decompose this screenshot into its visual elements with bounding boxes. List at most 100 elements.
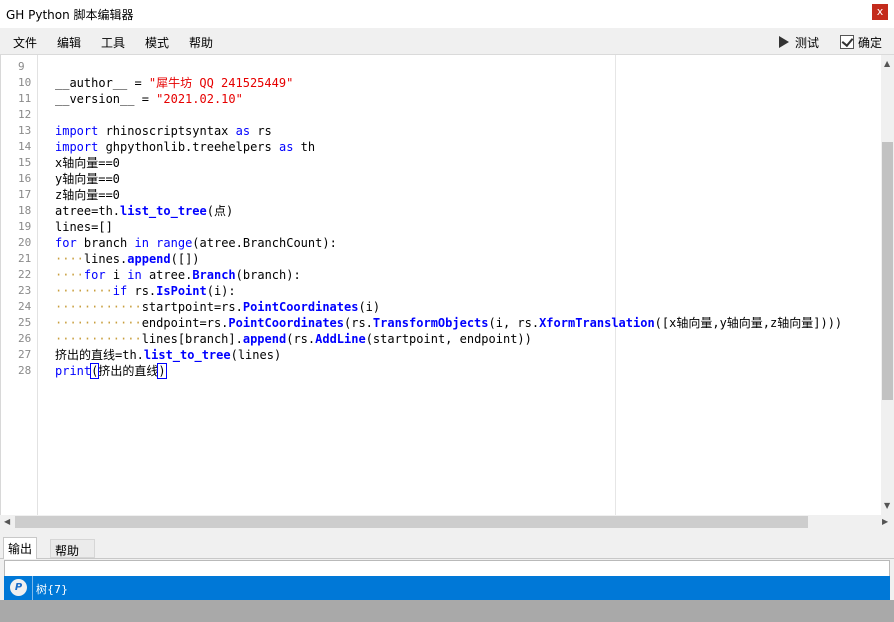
code-text: 挤出的直线=th.list_to_tree(lines)	[55, 347, 281, 363]
code-token: PointCoordinates	[242, 300, 359, 314]
code-line[interactable]: 27 挤出的直线=th.list_to_tree(lines)	[1, 347, 882, 363]
code-text: for branch in range(atree.BranchCount):	[55, 235, 337, 251]
code-line[interactable]: 20 for branch in range(atree.BranchCount)…	[1, 235, 882, 251]
code-token: if	[112, 284, 128, 298]
output-status-strip	[0, 600, 894, 622]
code-line[interactable]: 17 z轴向量==0	[1, 187, 882, 203]
code-token: list_to_tree	[143, 348, 231, 362]
horizontal-scroll-thumb[interactable]	[15, 516, 808, 528]
code-token: "犀牛坊 QQ 241525449"	[148, 76, 294, 90]
horizontal-scrollbar[interactable]: ◀ ▶	[0, 515, 894, 529]
line-number: 16	[18, 172, 32, 185]
code-token: (rs.	[344, 316, 373, 330]
line-number: 23	[18, 284, 32, 297]
code-text: __author__ = "犀牛坊 QQ 241525449"	[55, 75, 293, 91]
line-number: 20	[18, 236, 32, 249]
code-line[interactable]: 16 y轴向量==0	[1, 171, 882, 187]
bottom-tab-strip: 输出 帮助	[0, 537, 894, 559]
menu-help[interactable]: 帮助	[189, 34, 213, 51]
line-number: 27	[18, 348, 32, 361]
menu-mode[interactable]: 模式	[145, 34, 169, 51]
output-row-selected[interactable]: P 树{7}	[4, 576, 890, 600]
code-line[interactable]: 11 __version__ = "2021.02.10"	[1, 91, 882, 107]
code-line[interactable]: 14 import ghpythonlib.treehelpers as th	[1, 139, 882, 155]
code-token: y轴向量==0	[55, 172, 120, 186]
code-token: (branch):	[235, 268, 301, 282]
code-token: lines.	[83, 252, 128, 266]
code-text: z轴向量==0	[55, 187, 120, 203]
code-line[interactable]: 9	[1, 59, 882, 75]
code-text: atree=th.list_to_tree(点)	[55, 203, 233, 219]
code-token: range	[156, 236, 193, 250]
code-token: import	[55, 124, 99, 138]
code-token: XformTranslation	[539, 316, 655, 330]
code-line[interactable]: 22 ····for i in atree.Branch(branch):	[1, 267, 882, 283]
test-label: 测试	[795, 35, 820, 50]
code-text: ····for i in atree.Branch(branch):	[55, 267, 301, 283]
code-line[interactable]: 13 import rhinoscriptsyntax as rs	[1, 123, 882, 139]
code-token: PointCoordinates	[228, 316, 344, 330]
output-panel	[4, 560, 890, 577]
code-text: x轴向量==0	[55, 155, 120, 171]
code-token: ············	[55, 332, 142, 346]
line-number: 13	[18, 124, 32, 137]
code-editor[interactable]: 9 10 __author__ = "犀牛坊 QQ 241525449" 11 __ve…	[0, 55, 881, 515]
code-token: as	[278, 140, 294, 154]
code-token: append	[242, 332, 287, 346]
test-button[interactable]: 测试	[777, 33, 819, 51]
scroll-down-icon[interactable]: ▼	[884, 502, 890, 510]
output-text: 树{7}	[36, 583, 68, 596]
checkmark-icon	[840, 35, 854, 49]
code-token: ghpythonlib.treehelpers	[98, 140, 279, 154]
code-token: list_to_tree	[120, 204, 207, 218]
menu-edit[interactable]: 编辑	[57, 34, 81, 51]
confirm-label: 确定	[858, 35, 883, 50]
scroll-right-icon[interactable]: ▶	[882, 518, 888, 526]
tab-output[interactable]: 输出	[3, 537, 38, 559]
code-line[interactable]: 19 lines=[]	[1, 219, 882, 235]
line-number: 28	[18, 364, 32, 377]
code-token: ········	[55, 284, 113, 298]
code-line[interactable]: 21 ····lines.append([])	[1, 251, 882, 267]
menu-file[interactable]: 文件	[13, 34, 37, 51]
scroll-up-icon[interactable]: ▲	[884, 60, 890, 68]
code-text: ········if rs.IsPoint(i):	[55, 283, 236, 299]
code-token: print	[55, 364, 92, 378]
menu-tools[interactable]: 工具	[101, 34, 125, 51]
close-button[interactable]: x	[872, 4, 888, 20]
code-token: x轴向量==0	[55, 156, 120, 170]
code-text: import ghpythonlib.treehelpers as th	[55, 139, 315, 155]
line-number: 17	[18, 188, 32, 201]
confirm-button[interactable]: 确定	[840, 33, 882, 51]
close-icon: x	[876, 5, 884, 18]
code-token: rs	[250, 124, 272, 138]
line-number: 14	[18, 140, 32, 153]
code-line[interactable]: 18 atree=th.list_to_tree(点)	[1, 203, 882, 219]
line-number: 10	[18, 76, 32, 89]
code-token: (rs.	[286, 332, 316, 346]
code-line[interactable]: 28 print(挤出的直线)	[1, 363, 882, 379]
code-text: ············endpoint=rs.PointCoordinates…	[55, 315, 842, 331]
code-token: branch	[76, 236, 135, 250]
code-token: (i):	[206, 284, 236, 298]
code-token: (lines)	[230, 348, 282, 362]
code-token: ············	[55, 316, 142, 330]
code-line[interactable]: 23 ········if rs.IsPoint(i):	[1, 283, 882, 299]
code-token: lines=[]	[55, 220, 113, 234]
vertical-scroll-thumb[interactable]	[882, 142, 893, 400]
code-line[interactable]: 12	[1, 107, 882, 123]
code-line[interactable]: 10 __author__ = "犀牛坊 QQ 241525449"	[1, 75, 882, 91]
vertical-scrollbar[interactable]: ▲ ▼	[881, 55, 894, 515]
tab-help[interactable]: 帮助	[50, 539, 95, 558]
code-line[interactable]: 25 ············endpoint=rs.PointCoordinat…	[1, 315, 882, 331]
scroll-left-icon[interactable]: ◀	[4, 518, 10, 526]
code-line[interactable]: 15 x轴向量==0	[1, 155, 882, 171]
code-line[interactable]: 26 ············lines[branch].append(rs.Ad…	[1, 331, 882, 347]
line-number: 22	[18, 268, 32, 281]
code-token: (i)	[358, 300, 381, 314]
code-line[interactable]: 24 ············startpoint=rs.PointCoordin…	[1, 299, 882, 315]
code-token: "2021.02.10"	[156, 92, 243, 106]
code-token: rs.	[127, 284, 157, 298]
code-token: atree=th.	[55, 204, 121, 218]
code-text: import rhinoscriptsyntax as rs	[55, 123, 272, 139]
